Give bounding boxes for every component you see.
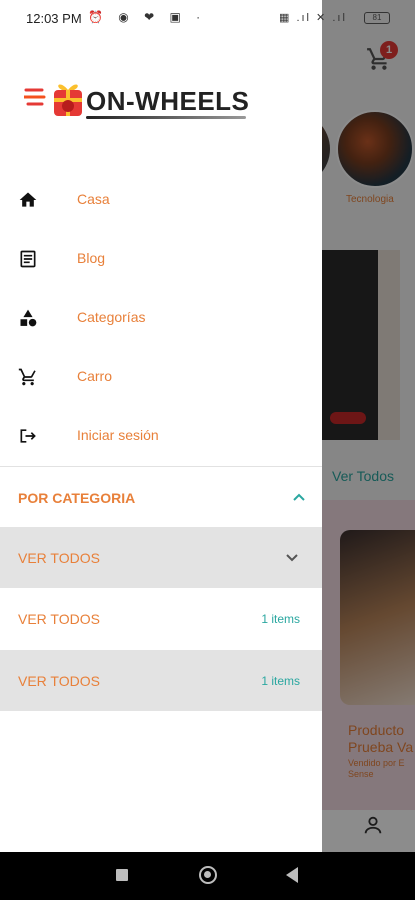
speed-lines-icon [24, 88, 46, 106]
home-button-dot [204, 871, 211, 878]
system-nav-bar [0, 852, 415, 900]
menu-item-iniciar-sesion[interactable]: Iniciar sesión [0, 406, 322, 465]
menu-item-categorias[interactable]: Categorías [0, 288, 322, 347]
back-button[interactable] [286, 867, 298, 883]
gift-icon [54, 84, 82, 116]
category-row-label: VER TODOS [18, 550, 100, 566]
category-icon [20, 309, 37, 327]
login-icon [20, 429, 36, 443]
cart-icon [18, 368, 36, 386]
brand-underline [86, 116, 246, 119]
category-item-count: 1 items [261, 674, 300, 688]
category-row[interactable]: VER TODOS 1 items [0, 650, 322, 711]
article-icon [20, 250, 36, 268]
brand-name: ON-WHEELS [86, 86, 250, 116]
chevron-up-icon [293, 493, 305, 501]
status-bar: 12:03 PM ⏰ ◉ ❤ ▣ · ▦ .ıl ✕ .ıl 81 [0, 0, 415, 36]
status-time: 12:03 PM [26, 11, 82, 26]
section-title: POR CATEGORIA [18, 490, 136, 506]
notification-icons: ⏰ ◉ ❤ ▣ · [88, 10, 207, 24]
chevron-down-icon[interactable] [285, 551, 299, 565]
menu-item-blog[interactable]: Blog [0, 229, 322, 288]
home-icon [19, 192, 37, 207]
menu-item-label: Carro [77, 368, 113, 384]
menu-item-label: Blog [77, 250, 106, 266]
battery-icon: 81 [364, 12, 390, 24]
menu-item-casa[interactable]: Casa [0, 170, 322, 229]
menu-item-label: Casa [77, 191, 110, 207]
home-button[interactable] [199, 866, 217, 884]
recents-button[interactable] [116, 869, 128, 881]
category-row[interactable]: VER TODOS [0, 527, 322, 588]
menu-item-label: Categorías [77, 309, 146, 325]
category-row[interactable]: VER TODOS 1 items [0, 588, 322, 649]
category-item-count: 1 items [261, 612, 300, 626]
menu-item-label: Iniciar sesión [77, 427, 159, 443]
category-section-header[interactable]: POR CATEGORIA [0, 468, 322, 527]
category-row-label: VER TODOS [18, 611, 100, 627]
navigation-drawer: ON-WHEELS Casa Blog Categorías Carro Ini… [0, 36, 322, 852]
signal-icons: ▦ .ıl ✕ .ıl [279, 12, 347, 24]
brand-logo[interactable]: ON-WHEELS [6, 64, 270, 146]
divider [0, 466, 322, 467]
menu-item-carro[interactable]: Carro [0, 347, 322, 406]
category-row-label: VER TODOS [18, 673, 100, 689]
drawer-scrim[interactable] [322, 0, 415, 852]
